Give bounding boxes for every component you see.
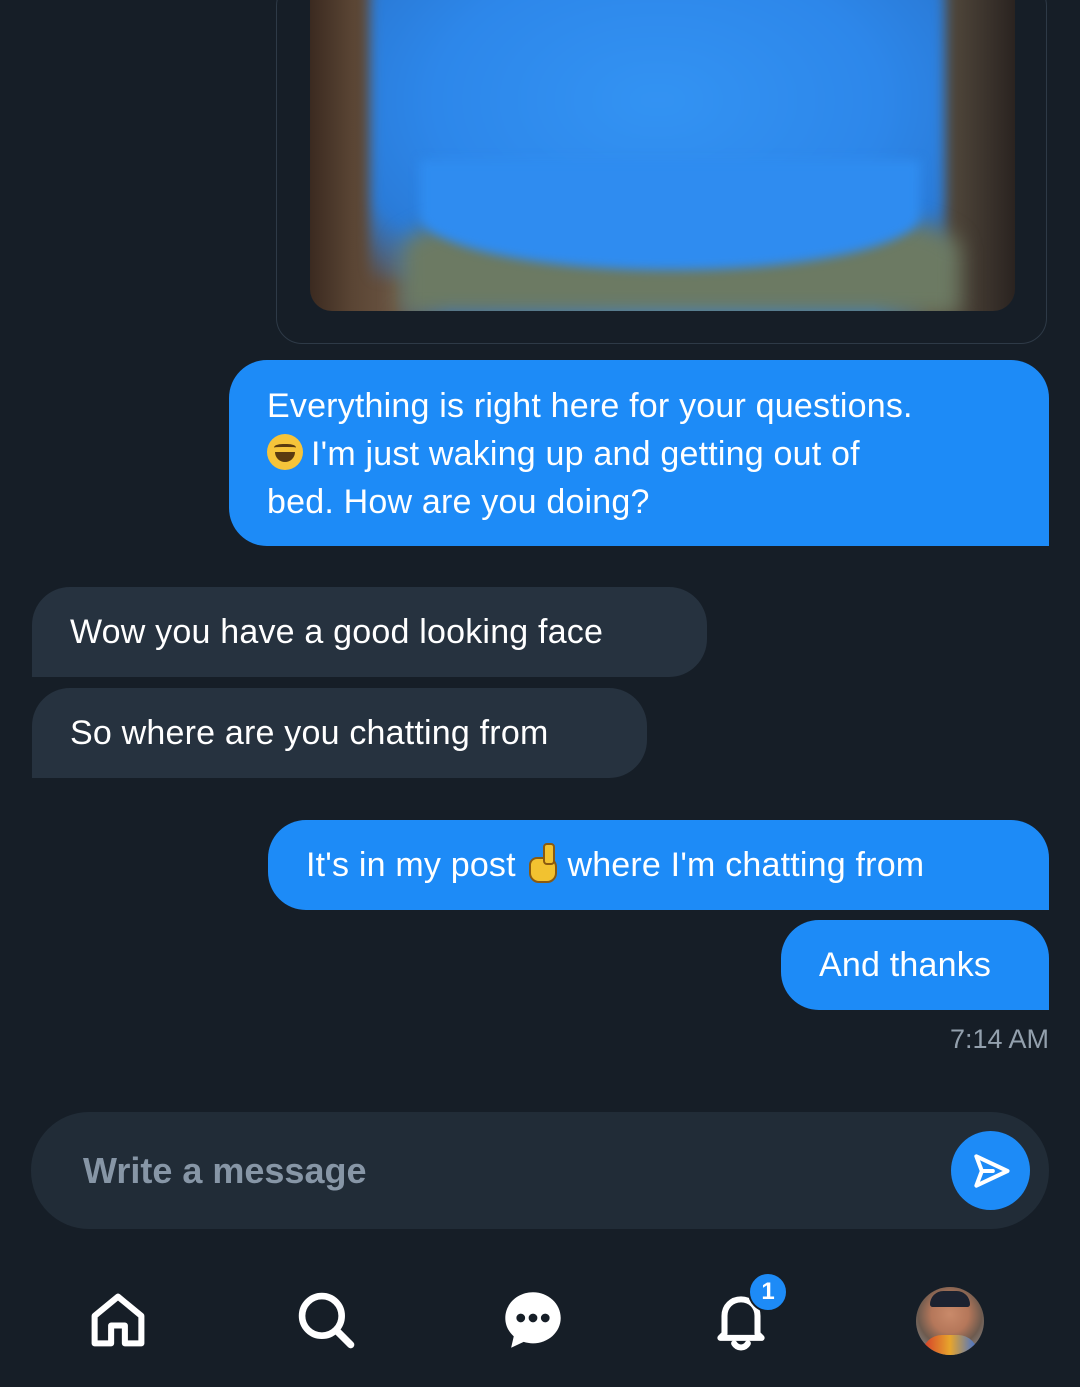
- outgoing-message[interactable]: And thanks: [781, 920, 1049, 1010]
- outgoing-message[interactable]: It's in my post where I'm chatting from: [268, 820, 1049, 910]
- nav-search[interactable]: [288, 1282, 364, 1358]
- shared-photo[interactable]: [310, 0, 1015, 311]
- message-text: Wow you have a good looking face: [70, 613, 604, 651]
- incoming-message[interactable]: Wow you have a good looking face: [32, 587, 707, 677]
- messages-icon: [505, 1292, 561, 1348]
- message-text-line: bed. How are you doing?: [267, 483, 650, 521]
- nav-messages[interactable]: [495, 1282, 571, 1358]
- chat-screen: Everything is right here for your questi…: [0, 0, 1080, 1387]
- send-button[interactable]: [951, 1131, 1030, 1210]
- incoming-message[interactable]: So where are you chatting from: [32, 688, 647, 778]
- search-icon: [298, 1292, 355, 1349]
- nav-home[interactable]: [80, 1282, 156, 1358]
- message-text: So where are you chatting from: [70, 714, 549, 752]
- pointing-up-emoji-icon: [525, 841, 559, 883]
- outgoing-message[interactable]: Everything is right here for your questi…: [229, 360, 1049, 546]
- home-icon: [91, 1293, 145, 1347]
- message-text: where I'm chatting from: [567, 846, 925, 884]
- message-text: And thanks: [819, 946, 992, 984]
- laughing-emoji-icon: [267, 434, 303, 470]
- message-text-line: Everything is right here for your questi…: [267, 387, 913, 425]
- message-composer: [31, 1112, 1049, 1229]
- message-text: It's in my post: [306, 846, 516, 884]
- message-text-line: I'm just waking up and getting out of: [311, 435, 860, 473]
- message-input[interactable]: [81, 1140, 925, 1202]
- message-timestamp: 7:14 AM: [949, 1024, 1049, 1054]
- send-icon: [973, 1153, 1010, 1188]
- notification-badge: 1: [748, 1272, 788, 1312]
- profile-avatar[interactable]: [916, 1287, 984, 1355]
